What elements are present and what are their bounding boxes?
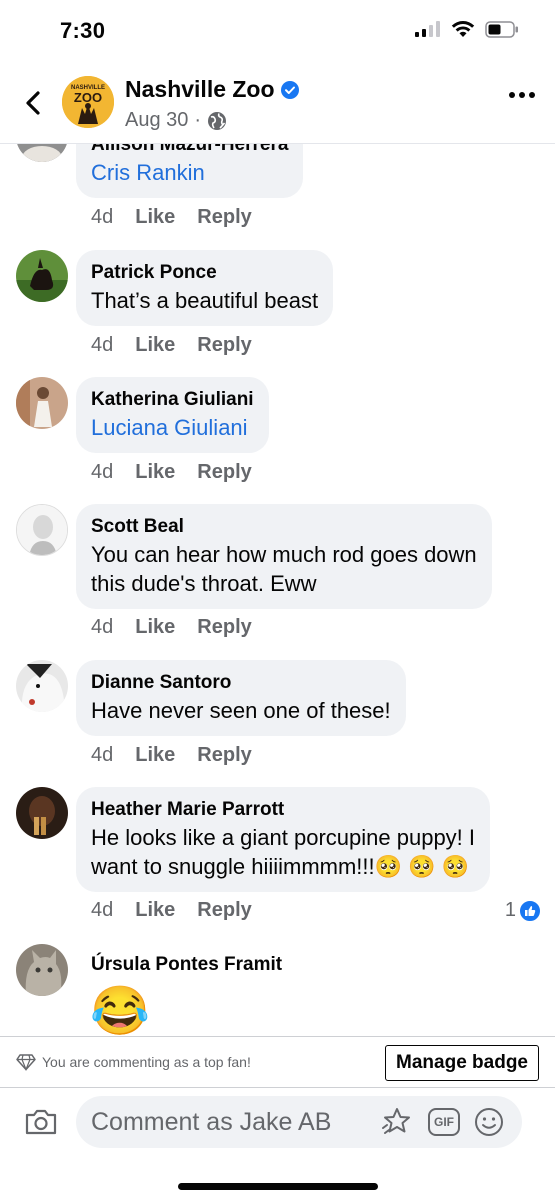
manage-badge-button[interactable]: Manage badge [385,1045,539,1081]
comment-actions: 4d Like Reply [91,461,252,484]
comment-actions: 4d Like Reply [91,744,252,767]
reply-button[interactable]: Reply [197,616,251,639]
comment-author[interactable]: Heather Marie Parrott [91,797,475,823]
more-dot-icon [529,92,535,98]
top-fan-message: You are commenting as a top fan! [42,1054,251,1070]
comment-age: 4d [91,899,114,921]
comment-text-line: want to snuggle hiiiimmmm!!!🥺 🥺 🥺 [91,852,475,881]
page-name-row: Nashville Zoo [125,76,299,103]
logo-main-text: ZOO [74,90,102,105]
more-dot-icon [509,92,515,98]
gif-label: GIF [434,1115,454,1129]
comment-actions: 4d Like Reply [91,899,252,922]
comment-age: 4d [91,744,114,766]
status-icons [415,20,519,38]
comment-text-line-content: want to snuggle hiiiimmmm!!! [91,854,375,879]
top-fan-bar: You are commenting as a top fan! Manage … [0,1036,555,1088]
post-header: NASHVILLE ZOO Nashville Zoo Aug 30 · [0,62,555,144]
comment-actions: 4d Like Reply [91,616,252,639]
status-time: 7:30 [60,18,106,43]
reply-button[interactable]: Reply [197,334,251,357]
avatar[interactable] [16,787,68,839]
comment-age: 4d [91,334,114,356]
status-bar: 7:30 [0,0,555,62]
comment-bubble[interactable]: Heather Marie Parrott He looks like a gi… [76,787,491,892]
chevron-left-icon [26,91,40,115]
reply-button[interactable]: Reply [197,206,251,229]
comment-author[interactable]: Allison Mazur-Herrera [91,144,288,158]
comment-age: 4d [91,461,114,483]
comment-age: 4d [91,206,114,228]
verified-badge-icon [280,80,299,99]
like-reaction-icon [519,899,541,922]
like-button[interactable]: Like [135,461,175,484]
comment-actions: 4d Like Reply [91,206,252,229]
like-button[interactable]: Like [135,899,175,922]
like-button[interactable]: Like [135,616,175,639]
reply-button[interactable]: Reply [197,461,251,484]
back-button[interactable] [18,86,48,120]
pleading-face-emoji: 🥺 🥺 🥺 [374,854,470,879]
avatar[interactable] [16,377,68,429]
comment-age: 4d [91,616,114,638]
avatar[interactable] [16,144,68,162]
top-fan-notice: You are commenting as a top fan! [16,1053,251,1071]
comment-bubble[interactable]: Dianne Santoro Have never seen one of th… [76,660,406,736]
globe-icon [208,111,227,130]
comment-author[interactable]: Katherina Giuliani [91,387,254,413]
avatar[interactable] [16,944,68,996]
mention-link[interactable]: Luciana Giuliani [91,413,254,442]
comment-bubble[interactable]: Scott Beal You can hear how much rod goe… [76,504,492,609]
home-indicator [178,1183,378,1190]
battery-icon [485,20,518,38]
comment-text-line: He looks like a giant porcupine puppy! I [91,825,476,850]
composer-tools: GIF [380,1106,504,1138]
page-name[interactable]: Nashville Zoo [125,76,275,103]
avatar[interactable] [16,504,68,556]
comment-bubble[interactable]: Patrick Ponce That’s a beautiful beast [76,250,334,326]
reaction-summary[interactable]: 1 [505,899,541,922]
avatar[interactable] [16,660,68,712]
more-dot-icon [519,92,525,98]
comments-list[interactable]: Allison Mazur-Herrera Cris Rankin 4d Lik… [0,144,555,1036]
more-options-button[interactable] [509,92,535,98]
like-button[interactable]: Like [135,744,175,767]
date-separator: · [194,109,202,131]
camera-button[interactable] [24,1108,58,1141]
comment-text: Have never seen one of these! [91,698,391,723]
reply-button[interactable]: Reply [197,899,251,922]
comment-actions: 4d Like Reply [91,334,252,357]
zoo-logo: NASHVILLE ZOO [62,76,114,128]
sticker-icon[interactable] [380,1106,414,1138]
like-button[interactable]: Like [135,206,175,229]
comment-text-line: You can hear how much rod goes down [91,542,477,567]
diamond-icon [16,1054,36,1071]
cellular-signal-icon [415,21,440,37]
emoji-icon[interactable] [474,1107,504,1137]
comment-text: That’s a beautiful beast [91,288,319,313]
comment-composer: GIF [0,1088,555,1200]
comment-text-line: this dude's throat. Eww [91,571,317,596]
comment-bubble[interactable]: Katherina Giuliani Luciana Giuliani [76,377,269,453]
reply-button[interactable]: Reply [197,744,251,767]
like-button[interactable]: Like [135,334,175,357]
comment-author[interactable]: Dianne Santoro [91,670,391,696]
page-avatar[interactable]: NASHVILLE ZOO [62,76,114,128]
camera-icon [25,1109,57,1135]
mention-link[interactable]: Cris Rankin [91,158,288,187]
post-date-row: Aug 30 · [125,109,227,132]
comment-author[interactable]: Scott Beal [91,514,477,540]
laughing-face-emoji: 😂 [90,985,150,1036]
comment-author[interactable]: Úrsula Pontes Framit [91,952,282,978]
comment-bubble[interactable]: Allison Mazur-Herrera Cris Rankin [76,144,304,198]
post-date[interactable]: Aug 30 [125,109,188,132]
wifi-icon [451,21,475,37]
reaction-count: 1 [504,899,516,921]
comment-author[interactable]: Patrick Ponce [91,260,318,286]
avatar[interactable] [16,250,68,302]
gif-button[interactable]: GIF [428,1108,460,1136]
